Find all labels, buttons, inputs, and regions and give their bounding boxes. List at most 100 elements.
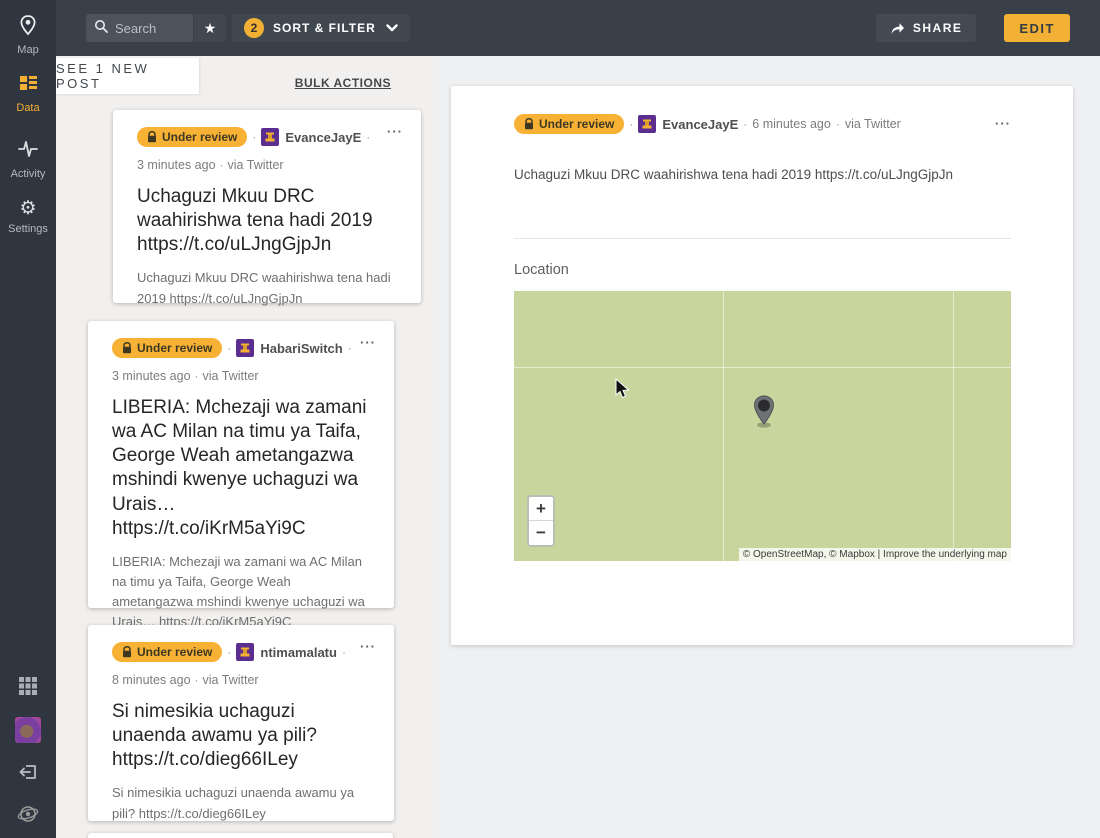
post-meta: 3 minutes ago · via Twitter (112, 369, 370, 383)
post-card-header: Under review · HabariSwitch · (112, 338, 370, 358)
sidebar-item-map[interactable]: Map (0, 14, 56, 56)
status-badge[interactable]: Under review (137, 127, 248, 147)
topbar: ★ 2 SORT & FILTER SHARE EDIT (56, 0, 1100, 56)
separator: · (227, 341, 232, 355)
sidebar: Map Data Activity ⚙ Settings (0, 0, 56, 838)
author-avatar (236, 643, 255, 661)
post-time: 3 minutes ago (137, 158, 216, 172)
post-author[interactable]: ntimamalatu (260, 645, 337, 660)
post-title[interactable]: Si nimesikia uchaguzi unaenda awamu ya p… (112, 700, 370, 772)
zoom-in-button[interactable]: + (529, 497, 553, 522)
author-avatar (236, 339, 255, 357)
sidebar-item-label: Activity (10, 168, 46, 180)
sidebar-item-label: Settings (8, 223, 48, 235)
post-card-partial[interactable] (88, 833, 393, 838)
post-card[interactable]: ··· Under review · ntimamalatu · 8 minut… (88, 625, 394, 821)
saved-searches-button[interactable]: ★ (194, 14, 226, 42)
separator: · (194, 369, 199, 383)
separator: · (219, 158, 224, 172)
divider (514, 238, 1011, 240)
edit-label: EDIT (1019, 20, 1055, 36)
search-input[interactable] (115, 20, 181, 36)
separator: · (366, 130, 371, 144)
status-badge[interactable]: Under review (112, 338, 223, 358)
map-tile-line (514, 367, 1011, 369)
sidebar-item-data[interactable]: Data (0, 72, 56, 114)
search-box[interactable] (86, 14, 193, 42)
post-time: 3 minutes ago (112, 369, 191, 383)
bulk-actions-label: BULK ACTIONS (294, 76, 391, 90)
avatar (15, 717, 41, 743)
map-marker-icon[interactable] (749, 394, 779, 435)
status-label: Under review (137, 341, 213, 355)
separator: · (194, 673, 199, 687)
post-time: 8 minutes ago (112, 673, 191, 687)
location-map[interactable]: + − © OpenStreetMap, © Mapbox | Improve … (514, 291, 1011, 562)
search-icon (94, 19, 108, 38)
logout-button[interactable] (0, 762, 56, 787)
post-source: via Twitter (202, 673, 259, 687)
post-menu-icon[interactable]: ··· (387, 125, 403, 138)
status-label: Under review (162, 130, 238, 144)
post-time: 6 minutes ago (752, 117, 831, 131)
share-button[interactable]: SHARE (875, 14, 977, 42)
detail-header: Under review · EvanceJayE · 6 minutes ag… (514, 114, 1011, 134)
post-card-header: Under review · EvanceJayE · (137, 127, 397, 147)
activity-pulse-icon (16, 138, 40, 160)
user-avatar[interactable] (0, 717, 56, 748)
post-card[interactable]: ··· Under review · HabariSwitch · 3 minu… (88, 321, 394, 629)
post-card-header: Under review · ntimamalatu · (112, 642, 370, 662)
separator: · (835, 117, 840, 131)
status-label: Under review (137, 645, 213, 659)
new-post-banner[interactable]: SEE 1 NEW POST (56, 58, 199, 94)
zoom-out-button[interactable]: − (529, 521, 553, 546)
author-avatar (638, 115, 657, 133)
gear-icon: ⚙ (19, 198, 37, 219)
map-attribution[interactable]: © OpenStreetMap, © Mapbox | Improve the … (738, 548, 1011, 562)
post-menu-icon[interactable]: ··· (360, 640, 376, 653)
separator: · (743, 117, 748, 131)
sidebar-item-settings[interactable]: ⚙ Settings (0, 198, 56, 235)
post-menu-icon[interactable]: ··· (360, 336, 376, 349)
lock-icon (148, 131, 156, 143)
sort-filter-button[interactable]: 2 SORT & FILTER (232, 14, 410, 42)
post-detail-pane: Under review · EvanceJayE · 6 minutes ag… (434, 56, 1100, 838)
post-author[interactable]: EvanceJayE (285, 130, 361, 145)
data-grid-icon (17, 72, 39, 94)
topbar-actions: SHARE EDIT (875, 14, 1070, 42)
filter-count-badge: 2 (244, 18, 264, 38)
post-card[interactable]: ··· Under review · EvanceJayE · 3 minute… (113, 110, 421, 306)
separator: · (227, 645, 232, 659)
post-menu-icon[interactable]: ··· (995, 117, 1011, 130)
app-window: Map Data Activity ⚙ Settings Search ★ 2 … (0, 0, 1100, 838)
chevron-down-icon (386, 19, 398, 37)
post-title[interactable]: LIBERIA: Mchezaji wa zamani wa AC Milan … (112, 396, 370, 541)
status-badge[interactable]: Under review (514, 114, 625, 134)
bulk-actions-button[interactable]: BULK ACTIONS (295, 76, 391, 90)
platform-logo[interactable] (0, 803, 56, 830)
share-label: SHARE (912, 21, 963, 35)
lock-icon (123, 646, 131, 658)
location-label: Location (514, 262, 569, 279)
post-author[interactable]: HabariSwitch (260, 341, 342, 356)
status-label: Under review (539, 117, 615, 131)
ushahidi-logo-icon (17, 803, 39, 825)
post-author[interactable]: EvanceJayE (662, 117, 738, 132)
post-source: via Twitter (202, 369, 259, 383)
status-badge[interactable]: Under review (112, 642, 223, 662)
sort-filter-label: SORT & FILTER (273, 21, 376, 35)
separator: · (347, 341, 352, 355)
logout-icon (17, 762, 39, 784)
post-title[interactable]: Uchaguzi Mkuu DRC waahirishwa tena hadi … (137, 185, 397, 257)
sidebar-item-activity[interactable]: Activity (0, 138, 56, 180)
share-arrow-icon (891, 22, 904, 34)
post-excerpt: LIBERIA: Mchezaji wa zamani wa AC Milan … (112, 553, 365, 630)
post-excerpt: Si nimesikia uchaguzi unaenda awamu ya p… (112, 785, 355, 821)
edit-button[interactable]: EDIT (1004, 14, 1070, 42)
apps-grid-button[interactable] (0, 676, 56, 701)
post-meta: 8 minutes ago · via Twitter (112, 673, 370, 687)
sidebar-item-label: Data (16, 102, 40, 114)
post-body: Uchaguzi Mkuu DRC waahirishwa tena hadi … (514, 167, 953, 182)
map-tile-line (953, 291, 954, 562)
separator: · (252, 130, 257, 144)
